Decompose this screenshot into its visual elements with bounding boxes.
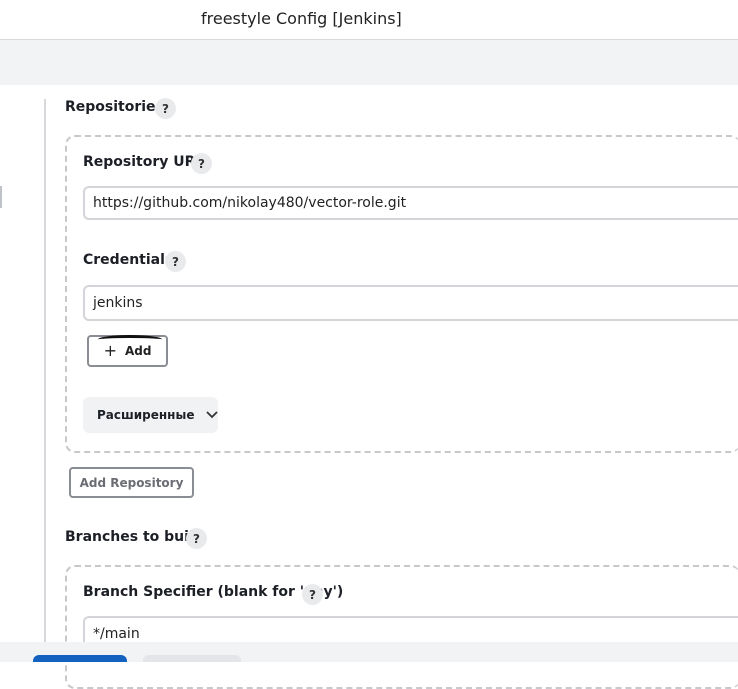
- add-repository-button[interactable]: Add Repository: [69, 467, 194, 498]
- window-title: freestyle Config [Jenkins]: [201, 9, 402, 28]
- repository-url-input[interactable]: https://github.com/nikolay480/vector-rol…: [83, 186, 738, 220]
- sidebar-edge: [0, 186, 2, 208]
- section-divider: [44, 99, 46, 644]
- add-credentials-button[interactable]: + Add: [87, 335, 168, 367]
- apply-button[interactable]: [143, 655, 241, 662]
- repository-url-label: Repository URL: [83, 154, 205, 170]
- save-button[interactable]: [33, 655, 127, 662]
- window-titlebar: freestyle Config [Jenkins]: [0, 0, 738, 40]
- chevron-down-icon: [206, 408, 219, 422]
- repositories-label: Repositories: [65, 99, 164, 115]
- branch-specifier-help-button[interactable]: ?: [302, 584, 323, 605]
- repositories-help-button[interactable]: ?: [155, 98, 176, 119]
- bottom-action-bar: [0, 642, 738, 662]
- credentials-help-button[interactable]: ?: [165, 251, 186, 272]
- focus-indicator: [98, 335, 162, 344]
- credentials-select[interactable]: jenkins: [83, 285, 738, 321]
- add-credentials-label: Add: [124, 344, 152, 358]
- plus-icon: +: [103, 341, 117, 360]
- branches-help-button[interactable]: ?: [186, 528, 207, 549]
- credentials-label: Credentials: [83, 252, 174, 268]
- breadcrumb-bar: [0, 40, 738, 85]
- advanced-label: Расширенные: [97, 408, 195, 422]
- repository-url-help-button[interactable]: ?: [191, 153, 212, 174]
- advanced-toggle-button[interactable]: Расширенные: [83, 397, 219, 433]
- branches-label: Branches to build: [65, 529, 204, 545]
